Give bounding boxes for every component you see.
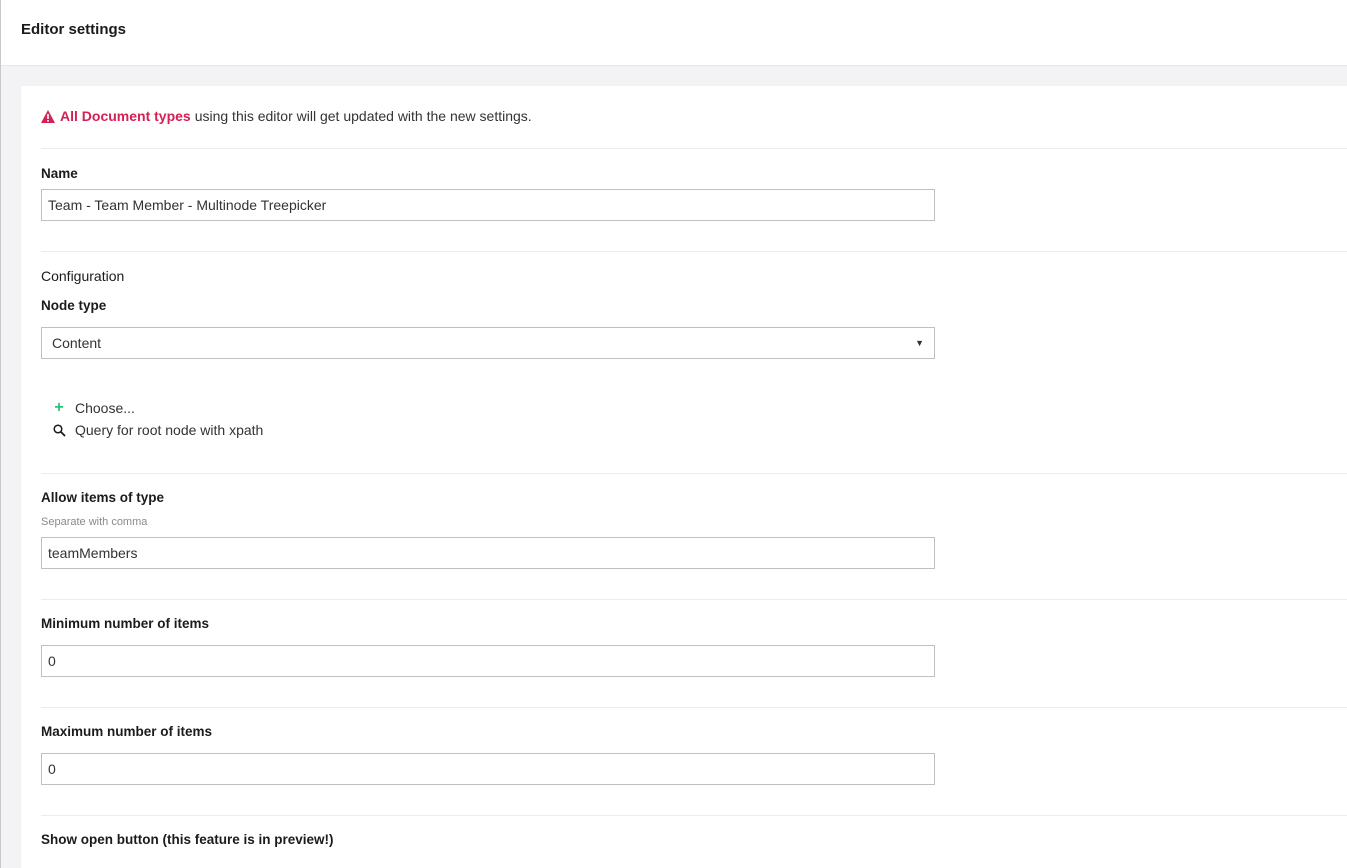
divider [41, 148, 1347, 149]
min-items-input[interactable] [41, 645, 935, 677]
plus-icon: + [54, 399, 64, 416]
allow-items-input[interactable] [41, 537, 935, 569]
update-warning: All Document types using this editor wil… [41, 108, 532, 124]
show-open-button-label: Show open button (this feature is in pre… [41, 832, 334, 847]
node-type-label: Node type [41, 298, 107, 313]
node-type-value: Content [52, 335, 102, 351]
max-items-input[interactable] [41, 753, 935, 785]
search-icon [51, 422, 67, 438]
caret-down-icon: ▼ [915, 338, 924, 348]
divider [41, 599, 1347, 600]
warning-icon [41, 109, 55, 123]
configuration-heading: Configuration [41, 268, 125, 284]
window-left-edge [0, 0, 1, 868]
choose-button[interactable]: + Choose... [51, 399, 135, 417]
allow-items-label: Allow items of type [41, 490, 165, 505]
min-items-label: Minimum number of items [41, 616, 210, 631]
query-xpath-button[interactable]: Query for root node with xpath [51, 422, 263, 438]
choose-label: Choose... [75, 400, 135, 416]
node-type-select[interactable]: Content ▼ [41, 327, 935, 359]
warning-text: using this editor will get updated with … [194, 108, 532, 124]
divider [41, 815, 1347, 816]
editor-header: Editor settings [1, 0, 1347, 66]
divider [41, 707, 1347, 708]
query-xpath-label: Query for root node with xpath [75, 422, 264, 438]
document-types-link[interactable]: All Document types [60, 108, 191, 124]
name-label: Name [41, 166, 78, 181]
page-title: Editor settings [21, 21, 127, 38]
divider [41, 473, 1347, 474]
settings-panel: All Document types using this editor wil… [21, 86, 1347, 868]
divider [41, 251, 1347, 252]
name-input[interactable] [41, 189, 935, 221]
max-items-label: Maximum number of items [41, 724, 213, 739]
allow-items-description: Separate with comma [41, 516, 148, 528]
